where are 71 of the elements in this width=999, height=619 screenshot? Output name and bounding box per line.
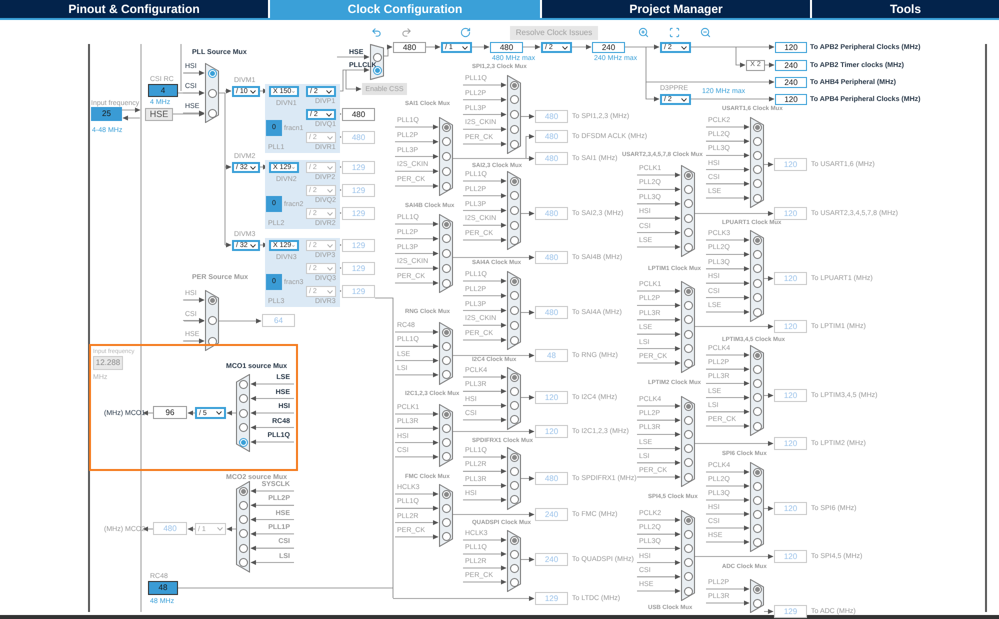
frequency-field: 480 xyxy=(393,42,426,53)
frequency-field: 120 xyxy=(774,550,807,563)
frequency-field: 480 xyxy=(535,130,568,143)
zoom-in-icon[interactable] xyxy=(638,27,649,38)
frequency-field: 120 xyxy=(535,425,568,438)
chevron-down-icon xyxy=(216,411,222,415)
fit-icon[interactable] xyxy=(669,27,680,38)
frequency-field: 480 xyxy=(535,152,568,165)
tab[interactable]: Pinout & Configuration xyxy=(0,0,268,18)
chevron-down-icon xyxy=(250,244,256,248)
frequency-field: 64 xyxy=(262,314,295,327)
frequency-field: 120 xyxy=(774,272,807,285)
frequency-field: 120 xyxy=(774,320,807,333)
frequency-field: 480 xyxy=(535,110,568,123)
zoom-out-icon[interactable] xyxy=(700,27,711,38)
redo-icon[interactable] xyxy=(401,27,412,38)
chevron-down-icon xyxy=(326,90,332,94)
frequency-field: 129 xyxy=(342,239,375,252)
refresh-icon[interactable] xyxy=(460,27,471,38)
frequency-field: 4 xyxy=(148,84,178,97)
frequency-field: 120 xyxy=(774,158,807,171)
frequency-field: 129 xyxy=(342,285,375,298)
frequency-field: 480 xyxy=(342,131,375,144)
frequency-field: 480 xyxy=(490,42,523,53)
chevron-down-icon xyxy=(327,244,333,248)
frequency-field: 48 xyxy=(535,349,568,362)
frequency-field: 120 xyxy=(775,94,807,105)
frequency-field: 96 xyxy=(153,406,187,419)
tab[interactable]: Tools xyxy=(812,0,999,18)
chevron-down-icon xyxy=(462,46,468,50)
frequency-field: 480 xyxy=(535,207,568,220)
frequency-field: 129 xyxy=(342,161,375,174)
frequency-field: 129 xyxy=(535,592,568,605)
frequency-field: 240 xyxy=(535,508,568,521)
frequency-field: 120 xyxy=(775,42,807,53)
chevron-down-icon xyxy=(327,212,333,216)
frequency-field: 129 xyxy=(774,605,807,618)
frequency-field: 120 xyxy=(774,389,807,402)
frequency-field: 120 xyxy=(774,502,807,515)
frequency-field[interactable]: 25 xyxy=(91,107,122,121)
frequency-field: 480 xyxy=(342,108,375,121)
frequency-field: 120 xyxy=(774,207,807,220)
frequency-field: 120 xyxy=(774,437,807,450)
frequency-field: 480 xyxy=(535,472,568,485)
tab[interactable]: Project Manager xyxy=(542,0,810,18)
frequency-field: 48 xyxy=(148,581,178,595)
chevron-down-icon xyxy=(217,527,223,531)
chevron-down-icon xyxy=(326,112,332,116)
chevron-down-icon xyxy=(681,46,687,50)
frequency-field: 129 xyxy=(342,262,375,275)
chevron-down-icon xyxy=(327,166,333,170)
chevron-down-icon xyxy=(250,166,256,170)
chevron-down-icon xyxy=(250,90,256,94)
chevron-down-icon xyxy=(327,136,333,140)
oscillator-block: HSE xyxy=(145,108,173,121)
chevron-down-icon xyxy=(327,188,333,192)
frequency-field: 129 xyxy=(342,207,375,220)
frequency-field: 129 xyxy=(342,184,375,197)
chevron-down-icon xyxy=(327,290,333,294)
frequency-field: 240 xyxy=(775,60,807,71)
undo-icon[interactable] xyxy=(371,27,382,38)
frequency-field: 480 xyxy=(153,522,187,535)
chevron-down-icon xyxy=(681,98,687,102)
frequency-field: 240 xyxy=(775,77,807,88)
chevron-down-icon xyxy=(562,46,568,50)
frequency-field: 240 xyxy=(592,42,625,53)
frequency-field: 240 xyxy=(535,553,568,566)
frequency-field: 480 xyxy=(535,251,568,264)
chevron-down-icon xyxy=(327,266,333,270)
frequency-field: 120 xyxy=(535,391,568,404)
frequency-field: 480 xyxy=(535,306,568,319)
